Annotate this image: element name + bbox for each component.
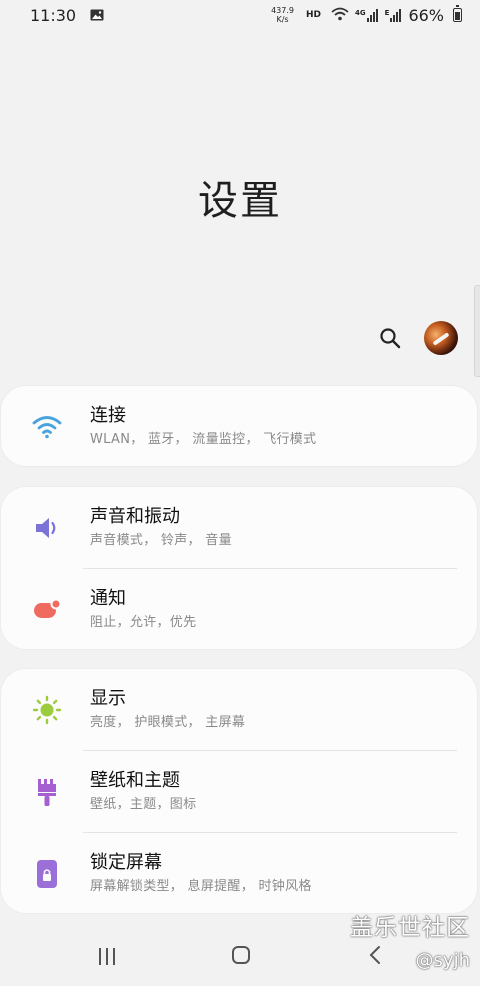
paint-brush-icon <box>31 776 63 808</box>
item-texts: 锁定屏幕 屏幕解锁类型， 息屏提醒， 时钟风格 <box>90 851 312 895</box>
item-texts: 通知 阻止，允许，优先 <box>90 587 196 631</box>
wifi-icon <box>31 411 63 443</box>
item-description: 亮度， 护眼模式， 主屏幕 <box>90 715 246 730</box>
volume-icon <box>31 512 63 544</box>
profile-avatar[interactable] <box>424 321 458 355</box>
brightness-icon <box>31 694 63 726</box>
lte-label: 4G <box>355 8 366 17</box>
item-label: 声音和振动 <box>90 506 180 527</box>
settings-card-display: 显示 亮度， 护眼模式， 主屏幕 壁纸和主题 壁纸，主题，图标 锁定屏幕 屏幕解… <box>0 668 478 914</box>
settings-item-wallpaper-themes[interactable]: 壁纸和主题 壁纸，主题，图标 <box>1 751 477 833</box>
item-label: 壁纸和主题 <box>90 770 180 791</box>
search-icon <box>380 328 401 349</box>
item-description: 壁纸，主题，图标 <box>90 797 197 812</box>
notification-icon <box>31 594 63 626</box>
battery-percent: 66% <box>408 5 444 25</box>
item-texts: 壁纸和主题 壁纸，主题，图标 <box>90 769 196 813</box>
settings-item-sound-vibration[interactable]: 声音和振动 声音模式， 铃声， 音量 <box>1 487 477 569</box>
item-description: 阻止，允许，优先 <box>90 615 197 630</box>
item-description: WLAN， 蓝牙， 流量监控， 飞行模式 <box>90 432 317 447</box>
search-button[interactable] <box>378 326 402 350</box>
item-label: 通知 <box>90 588 126 609</box>
back-button[interactable] <box>368 944 382 970</box>
navigation-bar <box>0 930 480 986</box>
item-description: 屏幕解锁类型， 息屏提醒， 时钟风格 <box>90 879 312 894</box>
status-bar: 11:30 437.9 K/s HD 4G E 66% <box>0 0 480 30</box>
hd-voice-indicator: HD <box>306 10 322 20</box>
item-description: 声音模式， 铃声， 音量 <box>90 533 232 548</box>
network-speed-value: 437.9 <box>271 6 294 15</box>
e-label: E <box>384 8 390 17</box>
settings-item-display[interactable]: 显示 亮度， 护眼模式， 主屏幕 <box>1 669 477 751</box>
network-speed-unit: K/s <box>276 15 289 24</box>
item-texts: 显示 亮度， 护眼模式， 主屏幕 <box>90 687 245 731</box>
item-texts: 连接 WLAN， 蓝牙， 流量监控， 飞行模式 <box>90 404 316 448</box>
recents-button[interactable] <box>99 948 115 965</box>
settings-card-sound-notifications: 声音和振动 声音模式， 铃声， 音量 通知 阻止，允许，优先 <box>0 486 478 650</box>
back-icon <box>369 946 380 964</box>
item-label: 显示 <box>90 688 126 709</box>
battery-icon <box>453 5 462 22</box>
signal-4g-icon: 4G <box>355 8 379 22</box>
status-time: 11:30 <box>30 5 77 25</box>
item-texts: 声音和振动 声音模式， 铃声， 音量 <box>90 505 232 549</box>
settings-item-connections[interactable]: 连接 WLAN， 蓝牙， 流量监控， 飞行模式 <box>1 386 477 468</box>
signal-e-icon: E <box>384 8 403 22</box>
wifi-status-icon <box>331 6 349 25</box>
settings-item-notifications[interactable]: 通知 阻止，允许，优先 <box>1 569 477 651</box>
page-title: 设置 <box>198 178 282 224</box>
header-actions <box>378 321 458 355</box>
item-label: 锁定屏幕 <box>90 852 162 873</box>
settings-item-lock-screen[interactable]: 锁定屏幕 屏幕解锁类型， 息屏提醒， 时钟风格 <box>1 833 477 915</box>
network-speed: 437.9 K/s <box>271 6 294 24</box>
item-label: 连接 <box>90 405 126 426</box>
gallery-icon <box>90 6 104 25</box>
settings-card-connections: 连接 WLAN， 蓝牙， 流量监控， 飞行模式 <box>0 385 478 467</box>
home-button[interactable] <box>232 946 250 964</box>
edge-panel-handle[interactable] <box>474 285 480 377</box>
lock-icon <box>31 858 63 890</box>
